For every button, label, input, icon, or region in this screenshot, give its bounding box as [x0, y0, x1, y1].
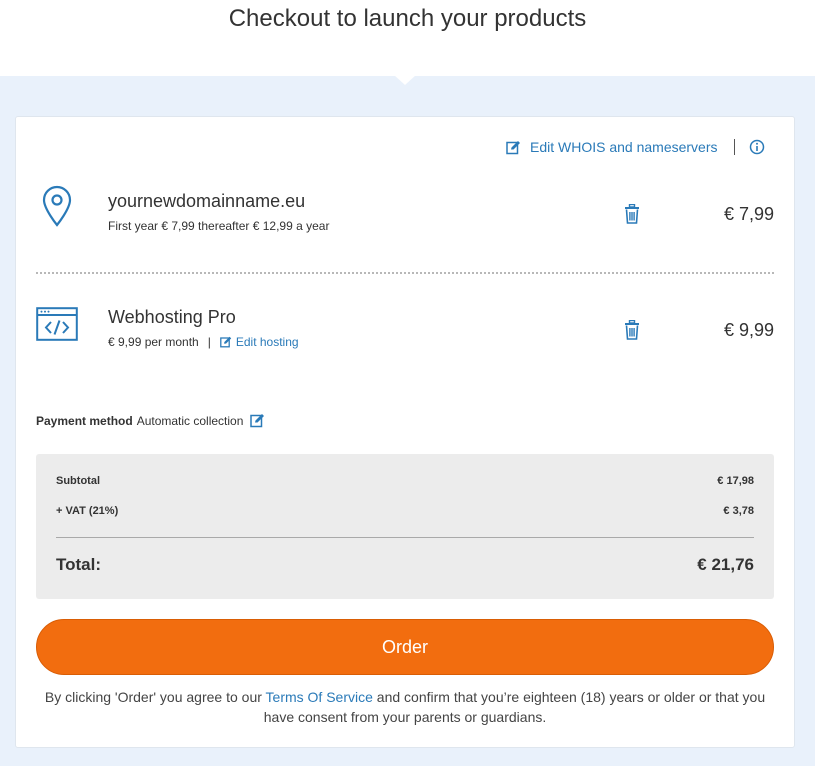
page-title: Checkout to launch your products — [228, 5, 587, 32]
header-pointer — [394, 75, 416, 85]
domain-pricing-note: First year € 7,99 thereafter € 12,99 a y… — [108, 219, 330, 233]
order-button[interactable]: Order — [36, 619, 774, 675]
code-window-icon — [36, 307, 78, 341]
checkout-card: Edit WHOIS and nameservers yournewdomain… — [15, 116, 795, 748]
edit-icon — [506, 140, 520, 154]
edit-hosting-label: Edit hosting — [235, 335, 299, 349]
subtotal-value: € 17,98 — [717, 475, 754, 487]
divider — [734, 139, 735, 155]
summary-divider — [56, 537, 754, 538]
domain-price: € 7,99 — [723, 204, 774, 224]
payment-method-value: Automatic collection — [136, 413, 244, 428]
terms-text-before: By clicking 'Order' you agree to our — [44, 689, 266, 705]
terms-of-service-link[interactable]: Terms Of Service — [266, 689, 373, 705]
edit-whois-label: Edit WHOIS and nameservers — [530, 139, 718, 155]
hosting-price: € 9,99 — [723, 320, 774, 340]
payment-method: Payment method Automatic collection — [36, 413, 265, 428]
hosting-pricing-note: € 9,99 per month — [108, 335, 199, 349]
info-icon[interactable] — [749, 139, 765, 155]
separator: | — [207, 335, 211, 349]
delete-domain-icon[interactable] — [624, 204, 640, 224]
terms-notice: By clicking 'Order' you agree to our Ter… — [36, 687, 774, 727]
subtotal-label: Subtotal — [56, 475, 100, 487]
item-divider — [36, 272, 774, 274]
hosting-pricing-row: € 9,99 per month | Edit hosting — [108, 335, 299, 349]
hosting-name: Webhosting Pro — [108, 307, 236, 327]
total-label: Total: — [56, 555, 102, 574]
payment-method-label: Payment method — [36, 413, 133, 428]
edit-payment-icon[interactable] — [250, 413, 265, 428]
edit-hosting-link[interactable]: Edit hosting — [220, 335, 299, 349]
domain-name: yournewdomainname.eu — [108, 191, 306, 211]
order-summary: Subtotal € 17,98 + VAT (21%) € 3,78 Tota… — [36, 454, 774, 599]
delete-hosting-icon[interactable] — [624, 320, 640, 340]
total-value: € 21,76 — [697, 555, 754, 574]
edit-whois-link[interactable]: Edit WHOIS and nameservers — [506, 139, 718, 155]
vat-label: + VAT (21%) — [56, 505, 119, 517]
vat-value: € 3,78 — [723, 505, 754, 517]
map-pin-icon — [42, 185, 72, 227]
edit-icon — [220, 336, 232, 348]
